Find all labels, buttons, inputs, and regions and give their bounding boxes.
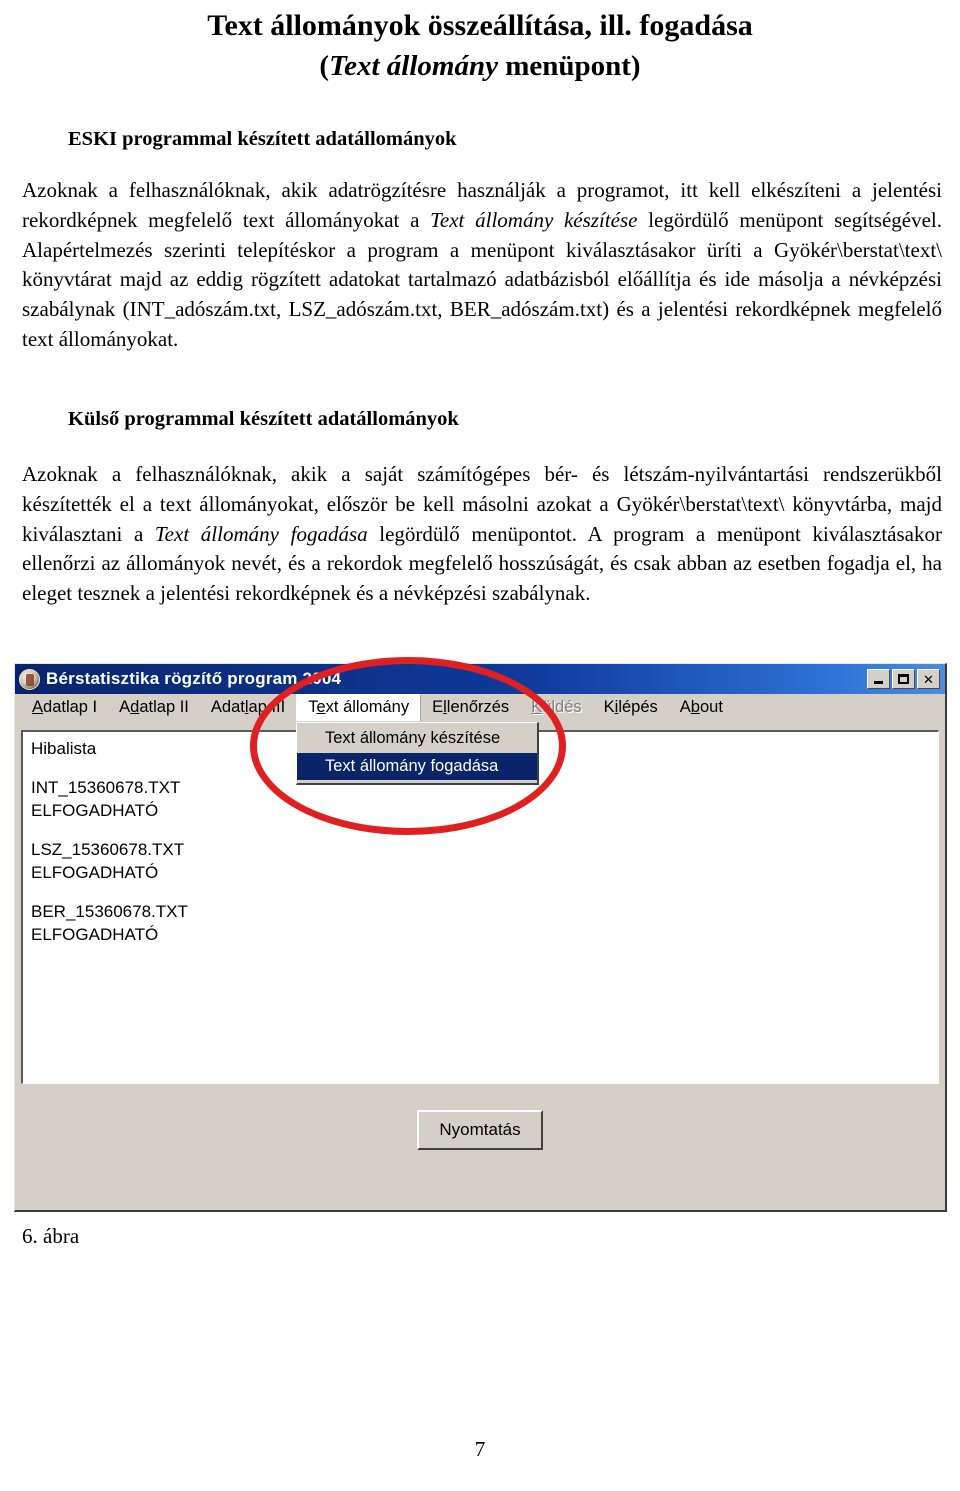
document-page: Text állományok összeállítása, ill. foga… bbox=[0, 0, 960, 1491]
print-button[interactable]: Nyomtatás bbox=[417, 1110, 543, 1150]
dropdown-item-fogadasa[interactable]: Text állomány fogadása bbox=[297, 752, 537, 781]
subtitle-italic-part: Text állomány bbox=[329, 49, 498, 82]
menu-adatlap-1[interactable]: Adatlap I bbox=[21, 695, 108, 721]
client-area: Hibalista INT_15360678.TXT ELFOGADHATÓ L… bbox=[15, 722, 945, 1210]
listbox-spacer-2 bbox=[31, 822, 930, 839]
page-subtitle: (Text állomány menüpont) bbox=[0, 49, 960, 84]
list-item-status: ELFOGADHATÓ bbox=[31, 924, 159, 944]
list-item-filename: LSZ_15360678.TXT bbox=[31, 840, 185, 860]
section-2-heading: Külső programmal készített adatállományo… bbox=[68, 408, 459, 430]
section-1-heading: ESKI programmal készített adatállományok bbox=[68, 128, 457, 150]
application-window: Bérstatisztika rögzítő program 2004 ✕ Ad… bbox=[14, 663, 947, 1212]
dropdown-text-allomany: Text állomány készítése Text állomány fo… bbox=[296, 722, 539, 786]
menu-about[interactable]: About bbox=[669, 695, 734, 721]
subtitle-rest: menüpont) bbox=[497, 49, 641, 82]
figure-caption: 6. ábra bbox=[22, 1224, 80, 1248]
button-row: Nyomtatás bbox=[21, 1084, 939, 1204]
menu-adatlap-2[interactable]: Adatlap II bbox=[108, 695, 200, 721]
window-title: Bérstatisztika rögzítő program 2004 bbox=[46, 669, 342, 688]
section-1-paragraph-wrap: Azoknak a felhasználóknak, akik adatrögz… bbox=[22, 176, 942, 355]
s1-menu-name-italic: Text állomány készítése bbox=[430, 207, 638, 232]
section-2-heading-wrap: Külső programmal készített adatállományo… bbox=[68, 408, 668, 431]
section-2-paragraph-wrap: Azoknak a felhasználóknak, akik a saját … bbox=[22, 460, 942, 609]
menu-text-allomany[interactable]: Text állomány bbox=[296, 694, 422, 721]
s2-menu-name-italic: Text állomány fogadása bbox=[154, 521, 368, 546]
menu-kilepes[interactable]: Kilépés bbox=[593, 695, 669, 721]
window-controls: ✕ bbox=[867, 669, 940, 689]
list-item-filename: BER_15360678.TXT bbox=[31, 902, 188, 922]
dropdown-item-fogadasa-label: Text állomány fogadása bbox=[325, 756, 499, 775]
section-2-paragraph: Azoknak a felhasználóknak, akik a saját … bbox=[22, 460, 942, 609]
maximize-button[interactable] bbox=[892, 669, 915, 689]
window-titlebar[interactable]: Bérstatisztika rögzítő program 2004 ✕ bbox=[15, 664, 945, 694]
dropdown-item-keszitese[interactable]: Text állomány készítése bbox=[297, 725, 537, 753]
figure-screenshot: Bérstatisztika rögzítő program 2004 ✕ Ad… bbox=[14, 657, 947, 1213]
section-1-paragraph: Azoknak a felhasználóknak, akik adatrögz… bbox=[22, 176, 942, 355]
menu-kuldes: Küldés bbox=[531, 697, 582, 716]
dropdown-item-keszitese-label: Text állomány készítése bbox=[325, 729, 501, 747]
application-icon bbox=[19, 668, 40, 690]
menubar: Adatlap I Adatlap II Adatlap III Text ál… bbox=[15, 694, 945, 722]
listbox-spacer-3 bbox=[31, 884, 930, 901]
subtitle-open-paren: ( bbox=[319, 49, 330, 82]
menu-adatlap-3[interactable]: Adatlap III bbox=[200, 695, 296, 721]
list-item-status: ELFOGADHATÓ bbox=[31, 862, 159, 882]
minimize-button[interactable] bbox=[867, 669, 890, 689]
close-button[interactable]: ✕ bbox=[917, 669, 940, 689]
menu-ellenorzes[interactable]: Ellenőrzés bbox=[421, 695, 520, 721]
page-number: 7 bbox=[474, 1437, 486, 1461]
section-1-heading-wrap: ESKI programmal készített adatállományok bbox=[68, 128, 457, 151]
list-item-status: ELFOGADHATÓ bbox=[31, 800, 159, 820]
page-title: Text állományok összeállítása, ill. foga… bbox=[207, 9, 753, 42]
